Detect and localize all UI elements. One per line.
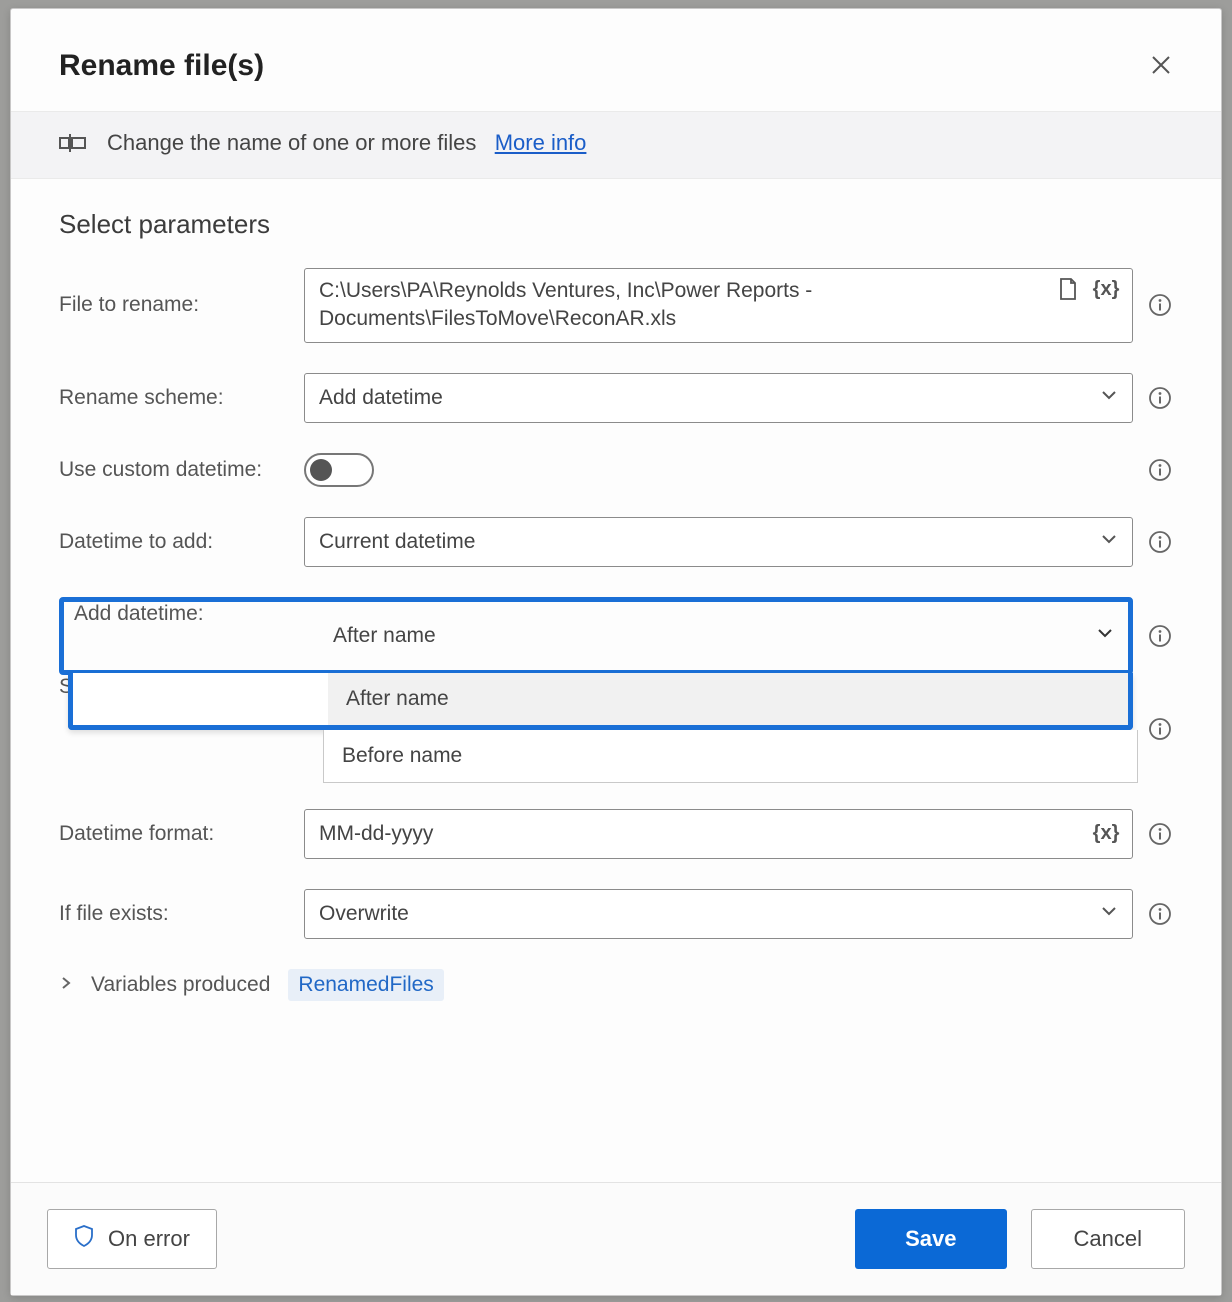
variable-picker-icon[interactable]: {x} xyxy=(1094,822,1118,846)
input-file-to-rename[interactable]: C:\Users\PA\Reynolds Ventures, Inc\Power… xyxy=(304,268,1133,343)
row-file-to-rename: File to rename: C:\Users\PA\Reynolds Ven… xyxy=(59,268,1173,343)
label-variables-produced: Variables produced xyxy=(91,973,270,997)
file-picker-icon[interactable] xyxy=(1056,277,1080,301)
label-datetime-format: Datetime format: xyxy=(59,822,304,846)
cancel-button[interactable]: Cancel xyxy=(1031,1209,1185,1269)
row-datetime-format: Datetime format: MM-dd-yyyy {x} xyxy=(59,809,1173,859)
info-icon[interactable] xyxy=(1147,385,1173,411)
rename-files-dialog: Rename file(s) Change the name of one or… xyxy=(10,8,1222,1296)
row-if-file-exists: If file exists: Overwrite xyxy=(59,889,1173,939)
close-icon[interactable] xyxy=(1141,49,1181,87)
label-add-datetime: Add datetime: xyxy=(64,602,319,670)
select-rename-scheme[interactable]: Add datetime xyxy=(304,373,1133,423)
select-add-datetime[interactable]: After name xyxy=(319,602,1128,670)
dialog-title: Rename file(s) xyxy=(59,49,264,83)
label-datetime-to-add: Datetime to add: xyxy=(59,530,304,554)
chevron-down-icon xyxy=(1096,624,1114,648)
info-icon[interactable] xyxy=(1147,292,1173,318)
info-icon[interactable] xyxy=(1147,529,1173,555)
row-rename-scheme: Rename scheme: Add datetime xyxy=(59,373,1173,423)
chip-renamed-files[interactable]: RenamedFiles xyxy=(288,969,443,1001)
info-icon[interactable] xyxy=(1147,623,1173,649)
chevron-down-icon xyxy=(1100,530,1118,554)
shield-icon xyxy=(74,1224,94,1254)
chevron-down-icon xyxy=(1100,902,1118,926)
info-icon[interactable] xyxy=(1147,457,1173,483)
label-if-file-exists: If file exists: xyxy=(59,902,304,926)
input-datetime-format[interactable]: MM-dd-yyyy {x} xyxy=(304,809,1133,859)
option-after-name[interactable]: After name xyxy=(328,673,1128,725)
row-add-datetime: Add datetime: After name xyxy=(59,597,1173,783)
save-button[interactable]: Save xyxy=(855,1209,1006,1269)
dialog-description: Change the name of one or more files Mor… xyxy=(107,130,586,156)
row-use-custom-datetime: Use custom datetime: xyxy=(59,453,1173,487)
option-before-name[interactable]: Before name xyxy=(323,730,1138,783)
section-title: Select parameters xyxy=(59,209,1173,240)
variable-picker-icon[interactable]: {x} xyxy=(1094,277,1118,301)
dialog-body: Select parameters File to rename: C:\Use… xyxy=(11,179,1221,1182)
row-datetime-to-add: Datetime to add: Current datetime xyxy=(59,517,1173,567)
highlight-add-datetime: Add datetime: After name xyxy=(59,597,1133,675)
select-if-file-exists[interactable]: Overwrite xyxy=(304,889,1133,939)
chevron-right-icon xyxy=(59,974,73,995)
info-icon[interactable] xyxy=(1147,821,1173,847)
more-info-link[interactable]: More info xyxy=(495,130,587,155)
label-rename-scheme: Rename scheme: xyxy=(59,386,304,410)
toggle-knob xyxy=(310,459,332,481)
dropdown-add-datetime: After name xyxy=(68,673,1133,730)
info-icon[interactable] xyxy=(1147,716,1173,742)
info-icon[interactable] xyxy=(1147,901,1173,927)
rename-icon xyxy=(59,133,87,153)
label-file-to-rename: File to rename: xyxy=(59,293,304,317)
toggle-use-custom-datetime[interactable] xyxy=(304,453,374,487)
dialog-header: Rename file(s) xyxy=(11,9,1221,111)
dialog-footer: On error Save Cancel xyxy=(11,1182,1221,1295)
dialog-description-bar: Change the name of one or more files Mor… xyxy=(11,111,1221,179)
chevron-down-icon xyxy=(1100,386,1118,410)
label-use-custom-datetime: Use custom datetime: xyxy=(59,458,304,482)
on-error-button[interactable]: On error xyxy=(47,1209,217,1269)
select-datetime-to-add[interactable]: Current datetime xyxy=(304,517,1133,567)
row-variables-produced[interactable]: Variables produced RenamedFiles xyxy=(59,969,1173,1001)
